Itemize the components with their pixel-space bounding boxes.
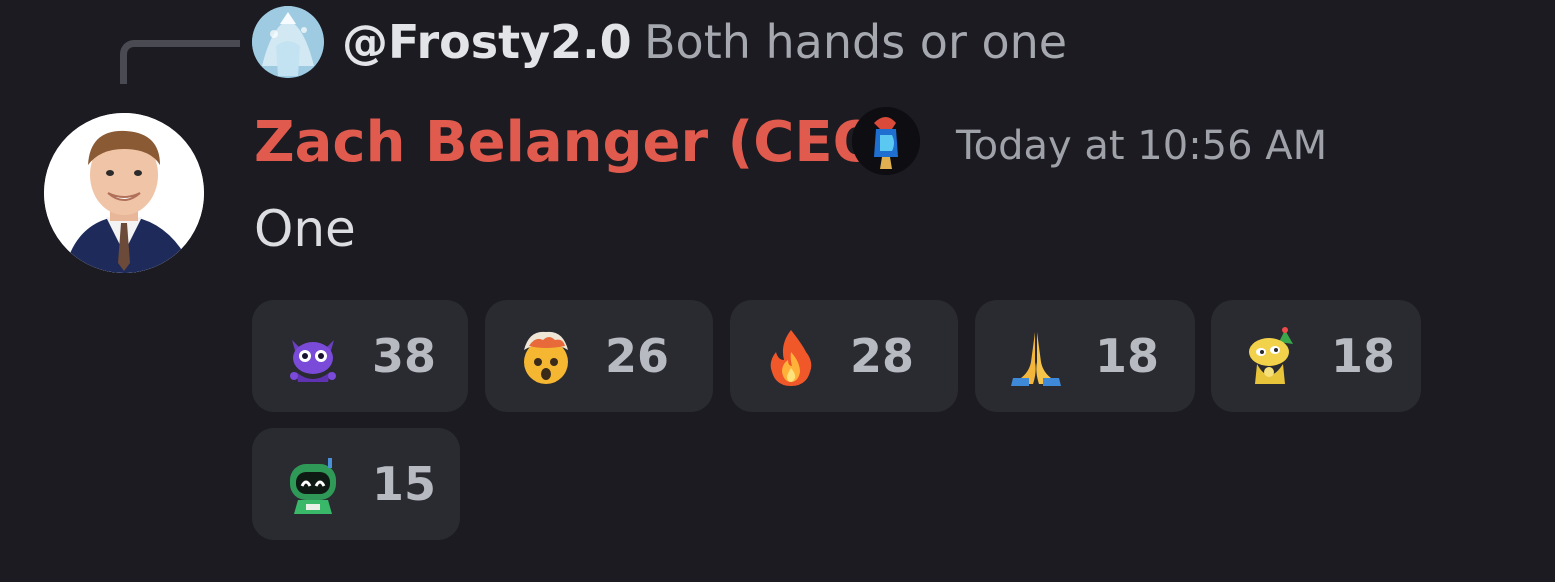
reaction-count: 15: [372, 457, 437, 511]
reaction-count: 18: [1095, 329, 1160, 383]
reaction-count: 38: [372, 329, 437, 383]
role-badge-icon[interactable]: [852, 107, 920, 175]
reaction-button[interactable]: 15: [252, 428, 460, 540]
reply-author-avatar[interactable]: [252, 6, 324, 78]
reply-connector-line: [120, 40, 240, 84]
author-name[interactable]: Zach Belanger (CEO): [254, 108, 906, 178]
reaction-button[interactable]: 28: [730, 300, 958, 412]
purple-cat-emoji-icon: [282, 326, 344, 388]
author-avatar[interactable]: [44, 113, 204, 273]
yellow-party-creature-emoji-icon: [1241, 326, 1303, 388]
chat-message: @Frosty2.0 Both hands or one Zach Belang…: [0, 0, 1555, 582]
message-timestamp[interactable]: Today at 10:56 AM: [956, 118, 1327, 174]
fire-emoji-icon: [760, 326, 822, 388]
reaction-count: 18: [1331, 329, 1396, 383]
reaction-count: 26: [605, 329, 670, 383]
reaction-button[interactable]: 18: [975, 300, 1195, 412]
exploding-head-emoji-icon: [515, 326, 577, 388]
reaction-button[interactable]: 38: [252, 300, 468, 412]
folded-hands-emoji-icon: [1005, 326, 1067, 388]
green-robot-emoji-icon: [282, 454, 344, 516]
message-content: One: [254, 200, 356, 258]
reply-preview-text[interactable]: Both hands or one: [644, 12, 1067, 72]
reaction-count: 28: [850, 329, 915, 383]
reply-author-name[interactable]: @Frosty2.0: [342, 12, 632, 72]
reaction-button[interactable]: 18: [1211, 300, 1421, 412]
reaction-button[interactable]: 26: [485, 300, 713, 412]
